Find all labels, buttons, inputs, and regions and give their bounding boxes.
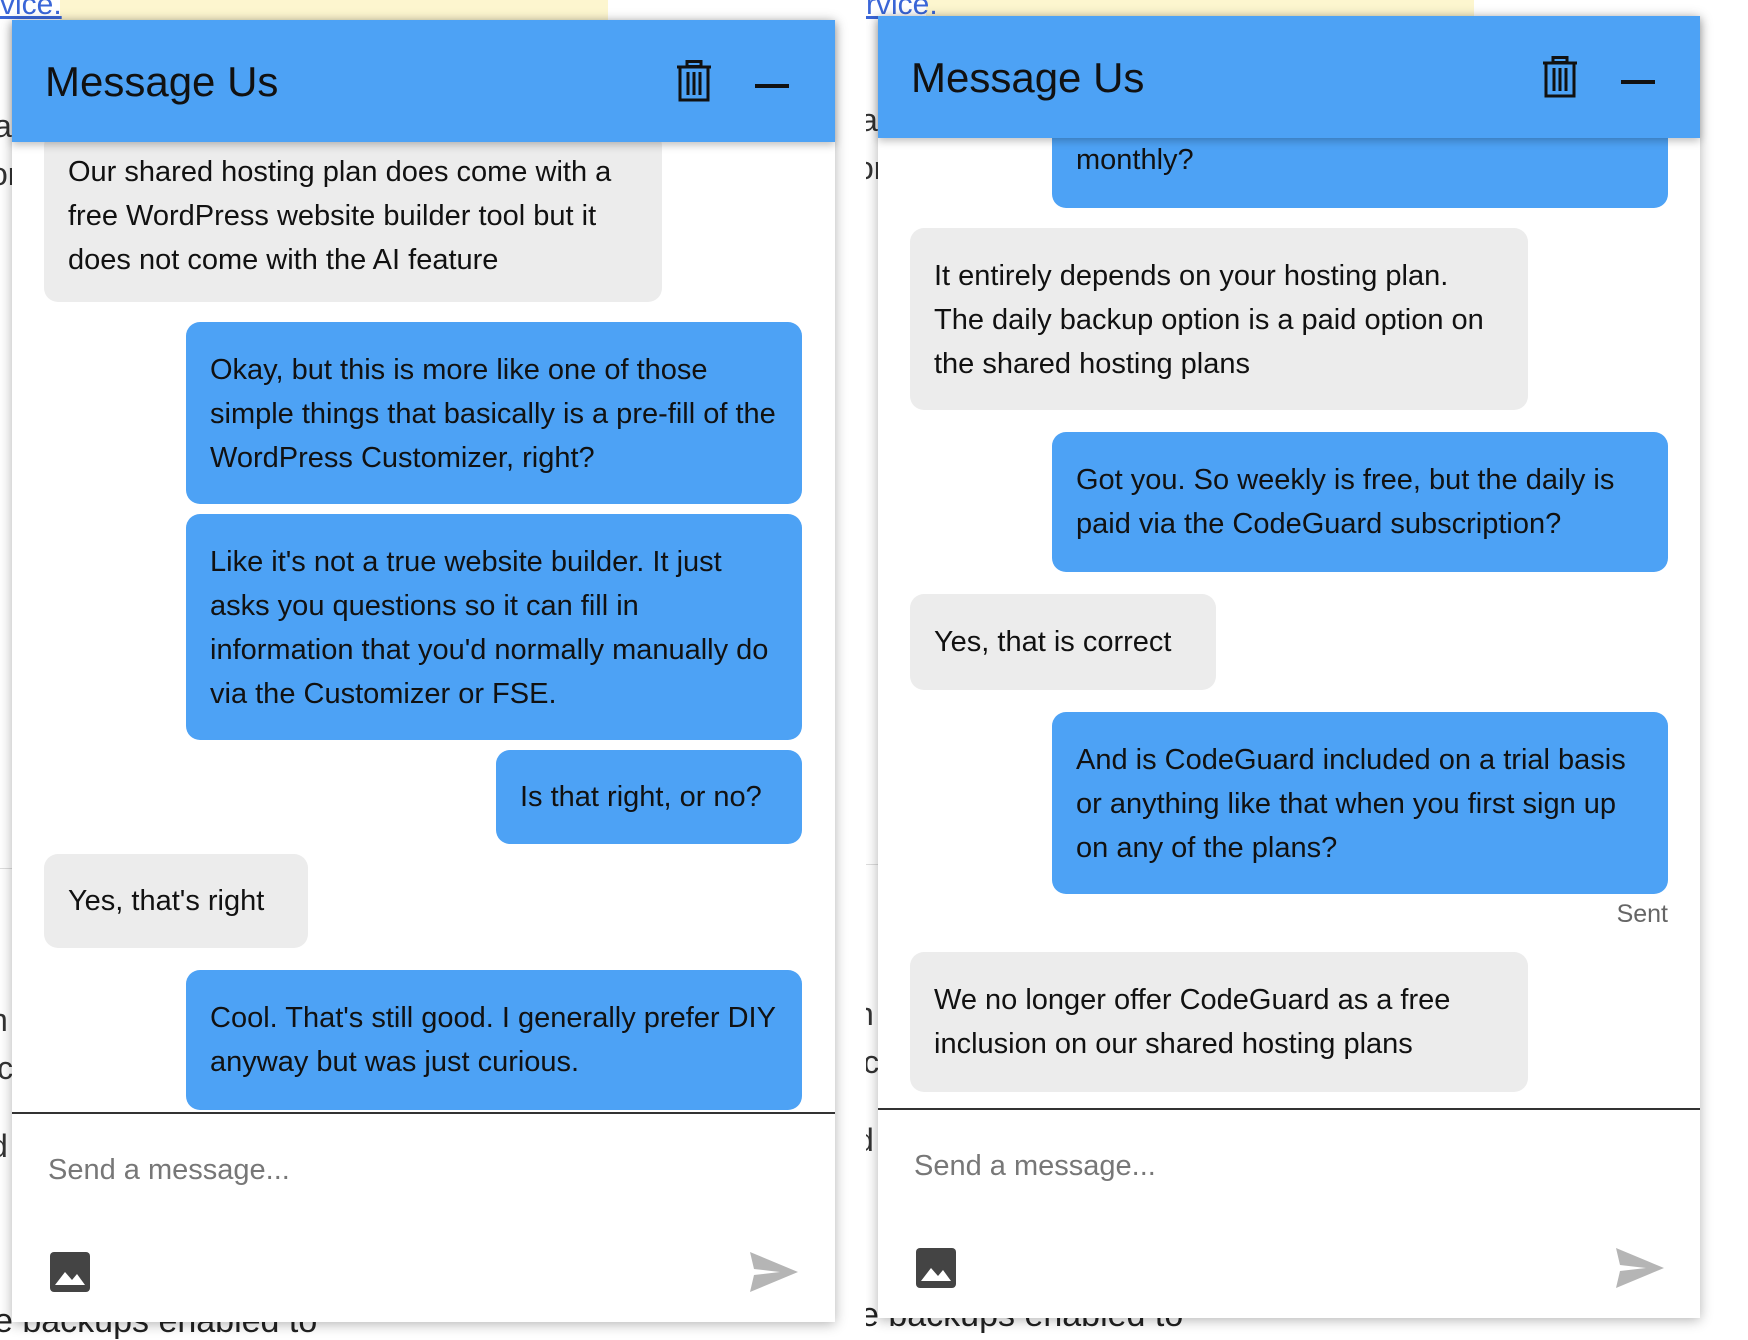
- chat-widget: Message Us monthly? It entirely depends …: [878, 16, 1700, 1318]
- message-input[interactable]: [46, 1144, 690, 1196]
- trash-icon[interactable]: [1542, 56, 1578, 98]
- agent-message: Yes, that's right: [44, 854, 308, 948]
- message-list[interactable]: Our shared hosting plan does come with a…: [12, 142, 835, 1114]
- background-text-fragment: d: [866, 1122, 874, 1159]
- minimize-icon[interactable]: [1621, 80, 1655, 84]
- chat-header: Message Us: [12, 20, 835, 142]
- background-text-fragment: n: [0, 1002, 8, 1039]
- send-icon[interactable]: [750, 1252, 798, 1292]
- background-text-fragment: d: [0, 1128, 8, 1165]
- agent-message: It entirely depends on your hosting plan…: [910, 228, 1528, 410]
- send-icon[interactable]: [1616, 1248, 1664, 1288]
- agent-message: Yes, that is correct: [910, 594, 1216, 690]
- chat-header: Message Us: [878, 16, 1700, 138]
- background-notice-bar: [60, 0, 608, 21]
- chat-widget: Message Us Our shared hosting plan does …: [12, 20, 835, 1322]
- message-composer: [878, 1108, 1700, 1318]
- background-text-fragment: a: [0, 108, 12, 144]
- screenshot-divider: [858, 0, 866, 1340]
- image-icon[interactable]: [50, 1252, 90, 1292]
- chat-title: Message Us: [911, 54, 1145, 101]
- background-link[interactable]: vice.: [0, 0, 62, 22]
- message-composer: [12, 1112, 835, 1322]
- user-message: monthly?: [1052, 138, 1668, 208]
- message-sent-status: Sent: [1616, 900, 1668, 928]
- agent-message: We no longer offer CodeGuard as a free i…: [910, 952, 1528, 1092]
- user-message: Okay, but this is more like one of those…: [186, 322, 802, 504]
- user-message: Got you. So weekly is free, but the dail…: [1052, 432, 1668, 572]
- agent-message: Our shared hosting plan does come with a…: [44, 142, 662, 302]
- user-message: Cool. That's still good. I generally pre…: [186, 970, 802, 1110]
- image-icon[interactable]: [916, 1248, 956, 1288]
- background-text-fragment: a: [866, 102, 878, 138]
- user-message: And is CodeGuard included on a trial bas…: [1052, 712, 1668, 894]
- trash-icon[interactable]: [676, 60, 712, 102]
- chat-title: Message Us: [45, 58, 279, 105]
- minimize-icon[interactable]: [755, 84, 789, 88]
- background-text-fragment: n: [866, 996, 874, 1033]
- message-list[interactable]: monthly? It entirely depends on your hos…: [878, 138, 1700, 1110]
- user-message: Is that right, or no?: [496, 750, 802, 844]
- user-message: Like it's not a true website builder. It…: [186, 514, 802, 740]
- chat-screenshot-left: vice. a or n lc d e backups enabled to M…: [0, 0, 858, 1340]
- message-input[interactable]: [912, 1140, 1556, 1192]
- chat-screenshot-right: rvice. a or n lc d e backups enabled to …: [866, 0, 1748, 1340]
